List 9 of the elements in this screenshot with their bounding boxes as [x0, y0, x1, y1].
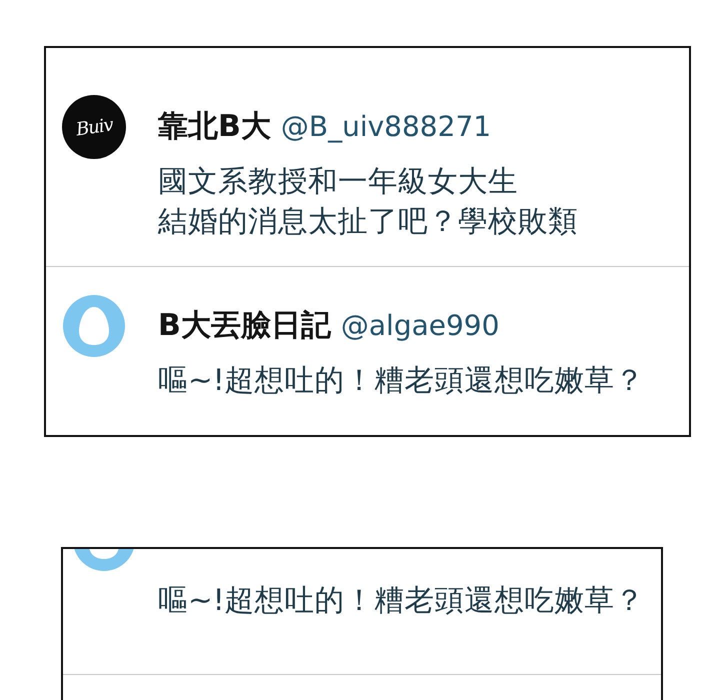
user-name: B大丟臉日記	[158, 307, 331, 345]
post-text: 國文系教授和一年級女大生 結婚的消息太扯了吧？學校敗類	[158, 163, 578, 240]
avatar-egg-icon	[62, 294, 126, 358]
avatar-logo: Buiv	[62, 95, 126, 159]
user-name: 靠北B大	[158, 108, 271, 146]
user-handle: @algae990	[340, 308, 500, 344]
post-text: 嘔~!超想吐的！糟老頭還想吃嫩草？	[158, 582, 645, 619]
user-handle: @B_uiv888271	[280, 109, 492, 145]
post-text: 嘔~!超想吐的！糟老頭還想吃嫩草？	[158, 362, 645, 399]
